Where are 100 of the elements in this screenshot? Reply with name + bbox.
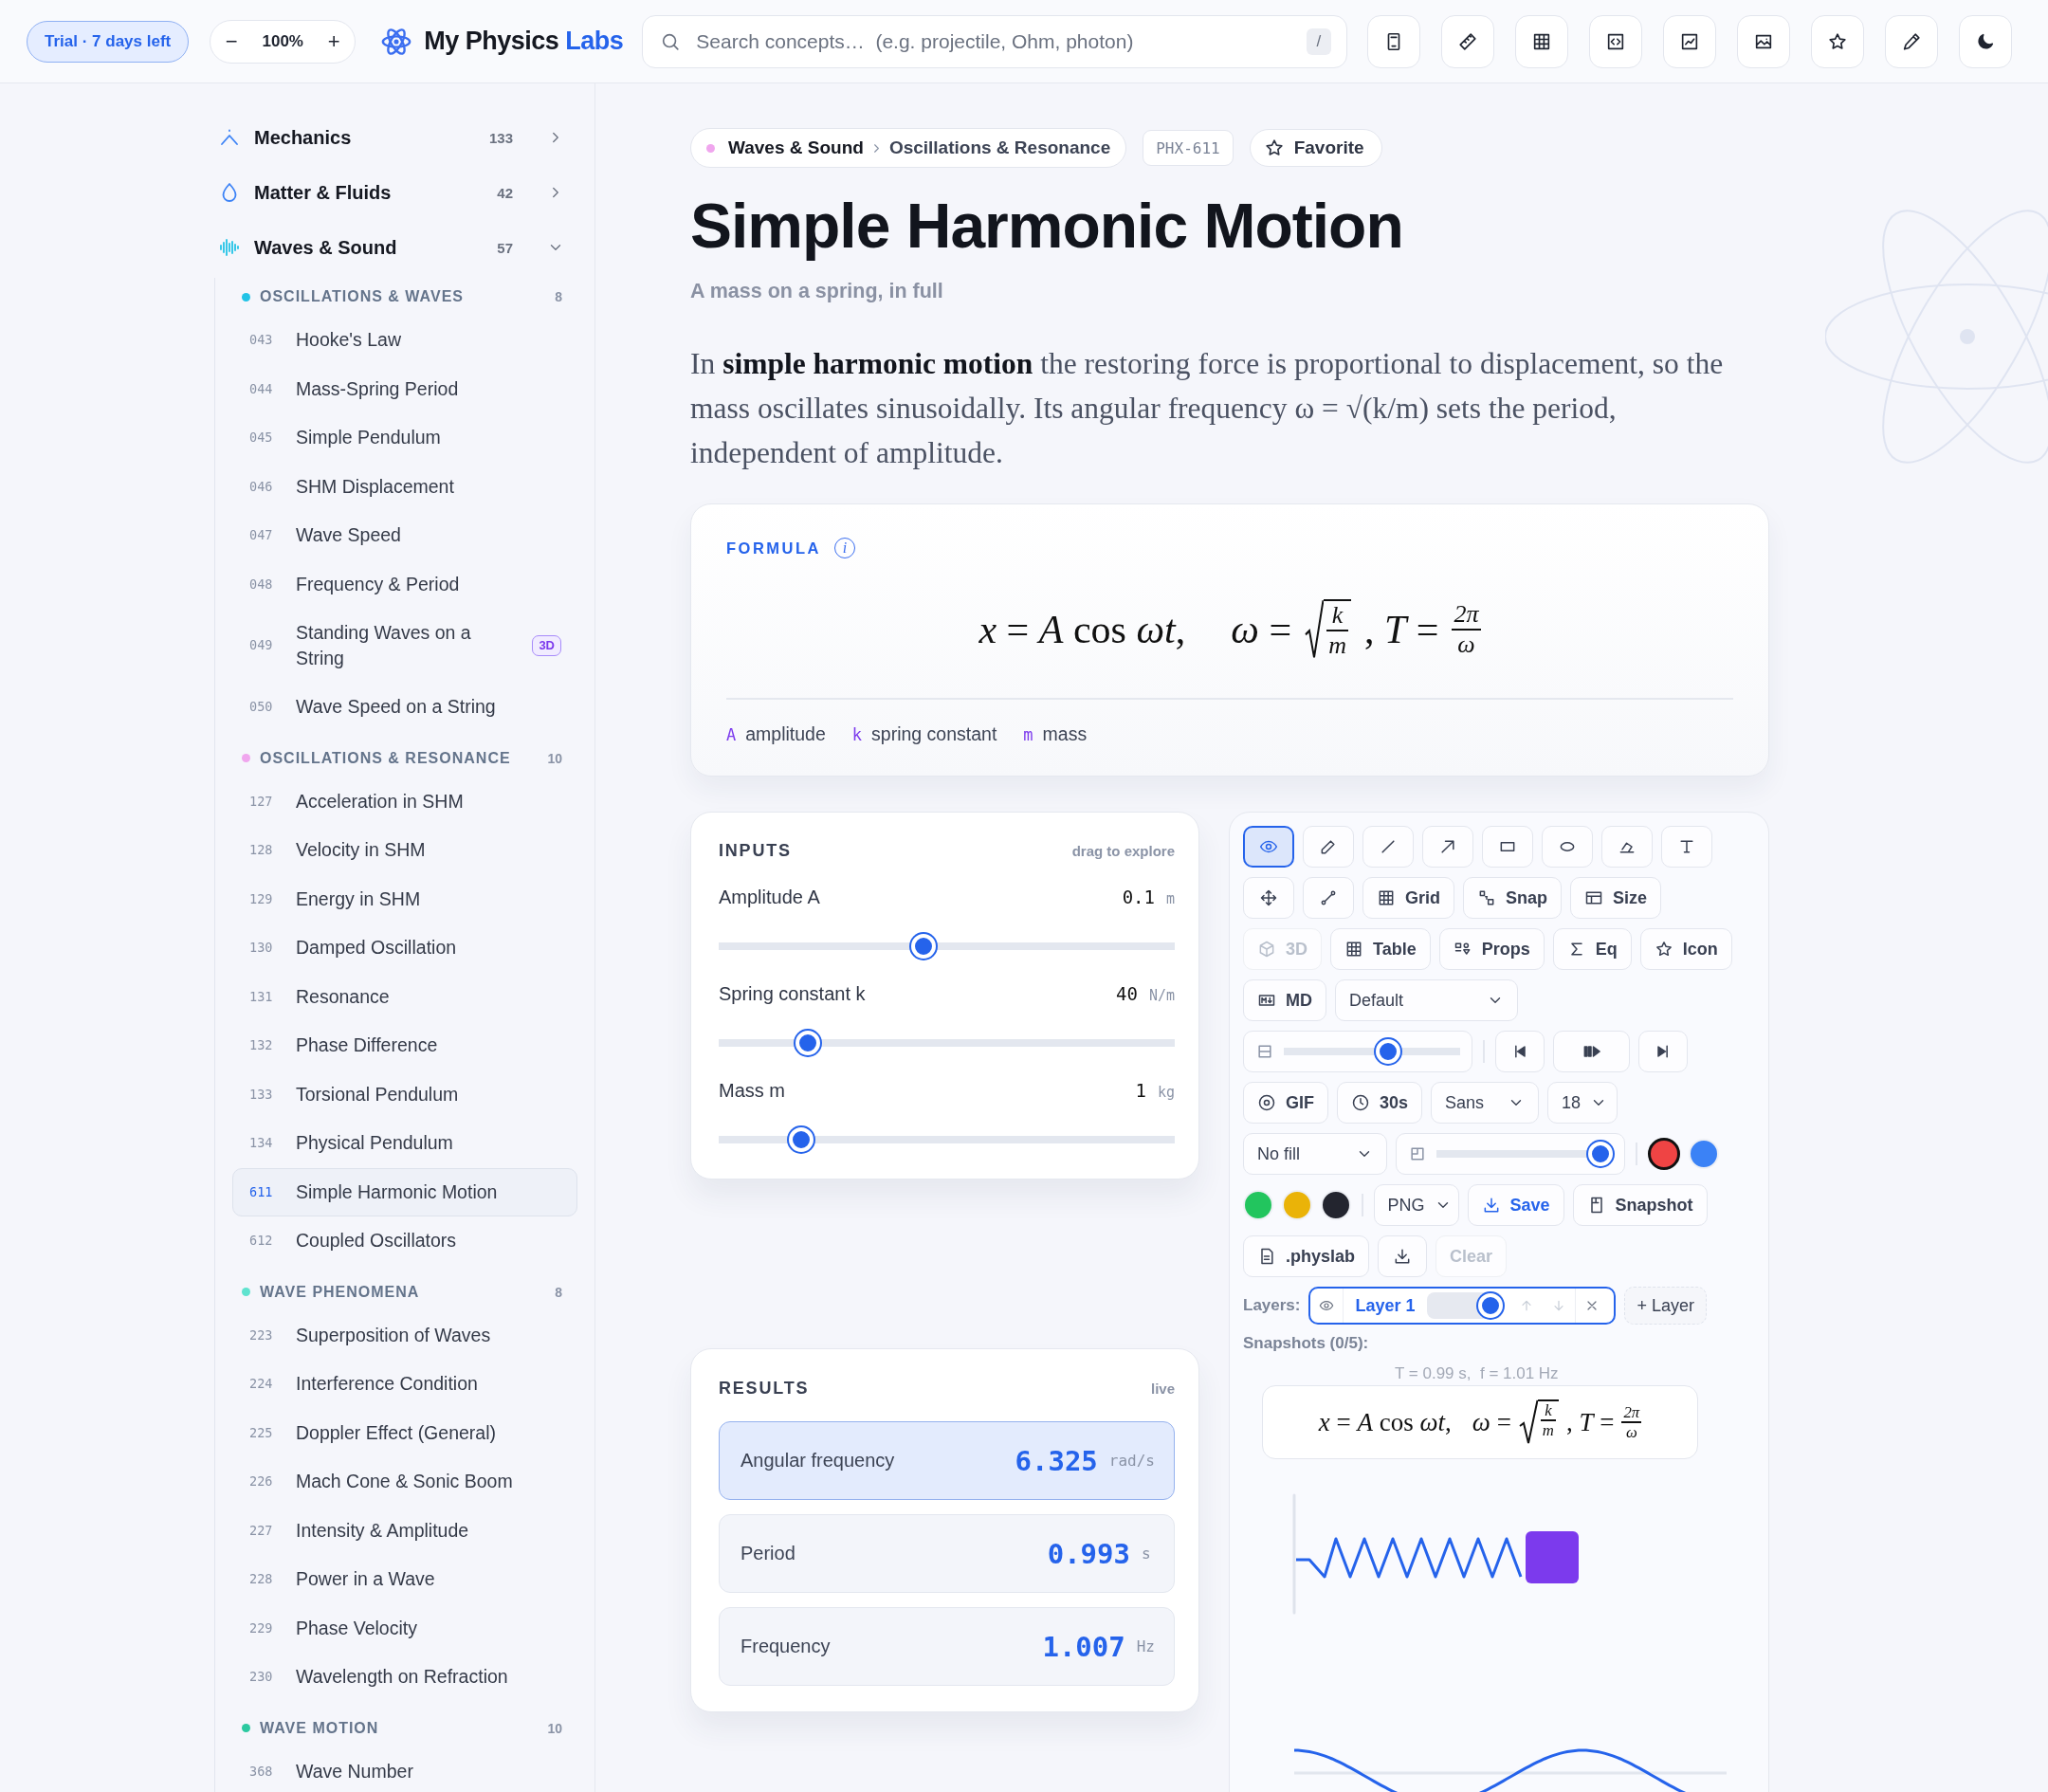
layers-label: Layers: [1243, 1296, 1301, 1315]
play-pause-button[interactable] [1552, 1031, 1630, 1072]
fraction-numerator: k [1540, 1401, 1556, 1422]
fraction-denominator: m [1541, 1421, 1555, 1440]
zoom-in-button[interactable]: + [319, 25, 350, 58]
layer-name[interactable]: Layer 1 [1344, 1295, 1427, 1316]
sidebar-item[interactable]: 129 Energy in SHM [232, 874, 577, 923]
search-field[interactable]: Search concepts… (e.g. projectile, Ohm, photon) / [642, 14, 1348, 68]
markdown-button[interactable]: MD [1243, 979, 1326, 1021]
duration-button[interactable]: 30s [1337, 1082, 1423, 1124]
sidebar-item[interactable]: 368 Wave Number [232, 1746, 577, 1792]
toolbar-button[interactable]: Eq [1552, 928, 1632, 970]
slider-thumb[interactable] [795, 1031, 820, 1055]
breadcrumb-link[interactable]: Waves & Sound [728, 137, 864, 158]
toolbar-button[interactable] [1589, 14, 1643, 68]
toolbar-button[interactable]: Table [1330, 928, 1431, 970]
sidebar-item[interactable]: 131 Resonance [232, 972, 577, 1021]
toolbar-button[interactable]: Size [1570, 877, 1662, 919]
slider[interactable] [1426, 1292, 1503, 1319]
sidebar-item[interactable]: 228 Power in a Wave [232, 1555, 577, 1604]
sidebar-item[interactable]: 612 Coupled Oscillators [232, 1216, 577, 1266]
toolbar-button[interactable]: Snap [1463, 877, 1563, 919]
sidebar-item[interactable]: 047 Wave Speed [232, 511, 577, 560]
font-select[interactable]: Sans [1431, 1082, 1540, 1124]
search-input[interactable]: Search concepts… (e.g. projectile, Ohm, photon) [694, 28, 1307, 54]
sidebar-item[interactable]: 048 Frequency & Period [232, 559, 577, 609]
slider-thumb[interactable] [911, 934, 937, 959]
sidebar-item[interactable]: 130 Damped Oscillation [232, 923, 577, 973]
category-link[interactable]: Waves & Sound [254, 236, 498, 259]
add-layer-button[interactable]: + Layer [1624, 1287, 1708, 1325]
size-select[interactable]: 18 [1547, 1082, 1618, 1124]
format-select[interactable]: PNG [1373, 1184, 1459, 1226]
skip-back-button[interactable] [1494, 1031, 1545, 1072]
skip-forward-button[interactable] [1637, 1031, 1688, 1072]
favorite-button[interactable]: Favorite [1249, 129, 1382, 167]
slider-thumb[interactable] [1375, 1039, 1400, 1064]
card-title: INPUTS [719, 840, 792, 861]
group-title: WAVE MOTION [260, 1719, 380, 1737]
formula-text: , T = [1565, 1407, 1615, 1437]
sidebar-item[interactable]: 226 Mach Cone & Sonic Boom [232, 1457, 577, 1507]
snapshots-label: Snapshots (0/5): [1243, 1334, 1370, 1353]
file-button[interactable]: .physlab [1243, 1235, 1370, 1277]
download-button[interactable] [1378, 1235, 1428, 1277]
slider-thumb[interactable] [1477, 1293, 1503, 1318]
style-select[interactable]: Default [1335, 979, 1518, 1021]
sidebar-item[interactable]: 043 Hooke's Law [232, 316, 577, 365]
sidebar-item[interactable]: 611 Simple Harmonic Motion [232, 1167, 577, 1216]
zoom-out-button[interactable]: − [216, 25, 247, 58]
layer-control[interactable]: Layer 1 [1308, 1287, 1617, 1325]
category-link[interactable]: Mechanics [254, 126, 489, 149]
sidebar-item[interactable]: 049 Standing Waves on a String 3D [232, 609, 577, 683]
save-button[interactable]: Save [1467, 1184, 1564, 1226]
result-value: 6.325 [1015, 1444, 1098, 1477]
toolbar-button[interactable]: Grid [1362, 877, 1454, 919]
sidebar-item[interactable]: 134 Physical Pendulum [232, 1119, 577, 1168]
sidebar-item[interactable]: 045 Simple Pendulum [232, 413, 577, 463]
slider-thumb[interactable] [788, 1127, 814, 1152]
sidebar-item[interactable]: 229 Phase Velocity [232, 1603, 577, 1653]
sidebar-item[interactable]: 128 Velocity in SHM [232, 826, 577, 875]
toolbar-button[interactable] [1737, 14, 1791, 68]
sidebar-item[interactable]: 224 Interference Condition [232, 1360, 577, 1409]
sidebar-item[interactable]: 230 Wavelength on Refraction [232, 1653, 577, 1702]
item-number: 226 [249, 1472, 274, 1490]
input-unit: N/m [1148, 987, 1175, 1004]
record-button[interactable]: GIF [1243, 1082, 1328, 1124]
tool-button[interactable] [1243, 826, 1294, 868]
fill-select[interactable]: No fill [1243, 1133, 1387, 1175]
brand-name: My Physics Labs [424, 27, 624, 56]
toolbar-button[interactable] [1663, 14, 1717, 68]
item-number: 128 [249, 841, 274, 859]
category-link[interactable]: Matter & Fluids [254, 181, 498, 204]
breadcrumb-link[interactable]: Oscillations & Resonance [888, 137, 1111, 158]
slider-thumb[interactable] [1587, 1142, 1613, 1166]
toolbar-button[interactable]: Props [1438, 928, 1545, 970]
sidebar-item[interactable]: 050 Wave Speed on a String [232, 683, 577, 732]
pencil-icon [1319, 837, 1338, 856]
trial-badge[interactable]: Trial · 7 days left [27, 20, 190, 63]
input-value: 1 [1135, 1080, 1146, 1101]
result-unit: rad/s [1108, 1452, 1155, 1470]
sidebar-item[interactable]: 225 Doppler Effect (General) [232, 1408, 577, 1457]
legend-symbol: A [726, 725, 737, 744]
group-count: 8 [555, 289, 562, 304]
sidebar-item[interactable]: 127 Acceleration in SHM [232, 777, 577, 826]
legend-text: spring constant [871, 723, 997, 745]
sidebar-item[interactable]: 046 SHM Displacement [232, 462, 577, 511]
sidebar-item[interactable]: 227 Intensity & Amplitude [232, 1506, 577, 1555]
item-number: 043 [249, 331, 274, 349]
result-value: 0.993 [1047, 1537, 1130, 1570]
snapshot-button[interactable]: Snapshot [1572, 1184, 1708, 1226]
sidebar-item[interactable]: 132 Phase Difference [232, 1021, 577, 1070]
color-swatch[interactable] [1647, 1138, 1680, 1170]
toolbar-button[interactable]: Icon [1639, 928, 1732, 970]
legend-symbol: m [1023, 725, 1033, 744]
sidebar-item[interactable]: 223 Superposition of Waves [232, 1310, 577, 1360]
toolbar-button[interactable] [1515, 14, 1569, 68]
sidebar-item[interactable]: 133 Torsional Pendulum [232, 1070, 577, 1119]
toolbar-button[interactable] [1811, 14, 1865, 68]
toolbar-button[interactable] [1441, 14, 1495, 68]
toolbar-button[interactable] [1959, 14, 2013, 68]
sidebar-item[interactable]: 044 Mass-Spring Period [232, 364, 577, 413]
